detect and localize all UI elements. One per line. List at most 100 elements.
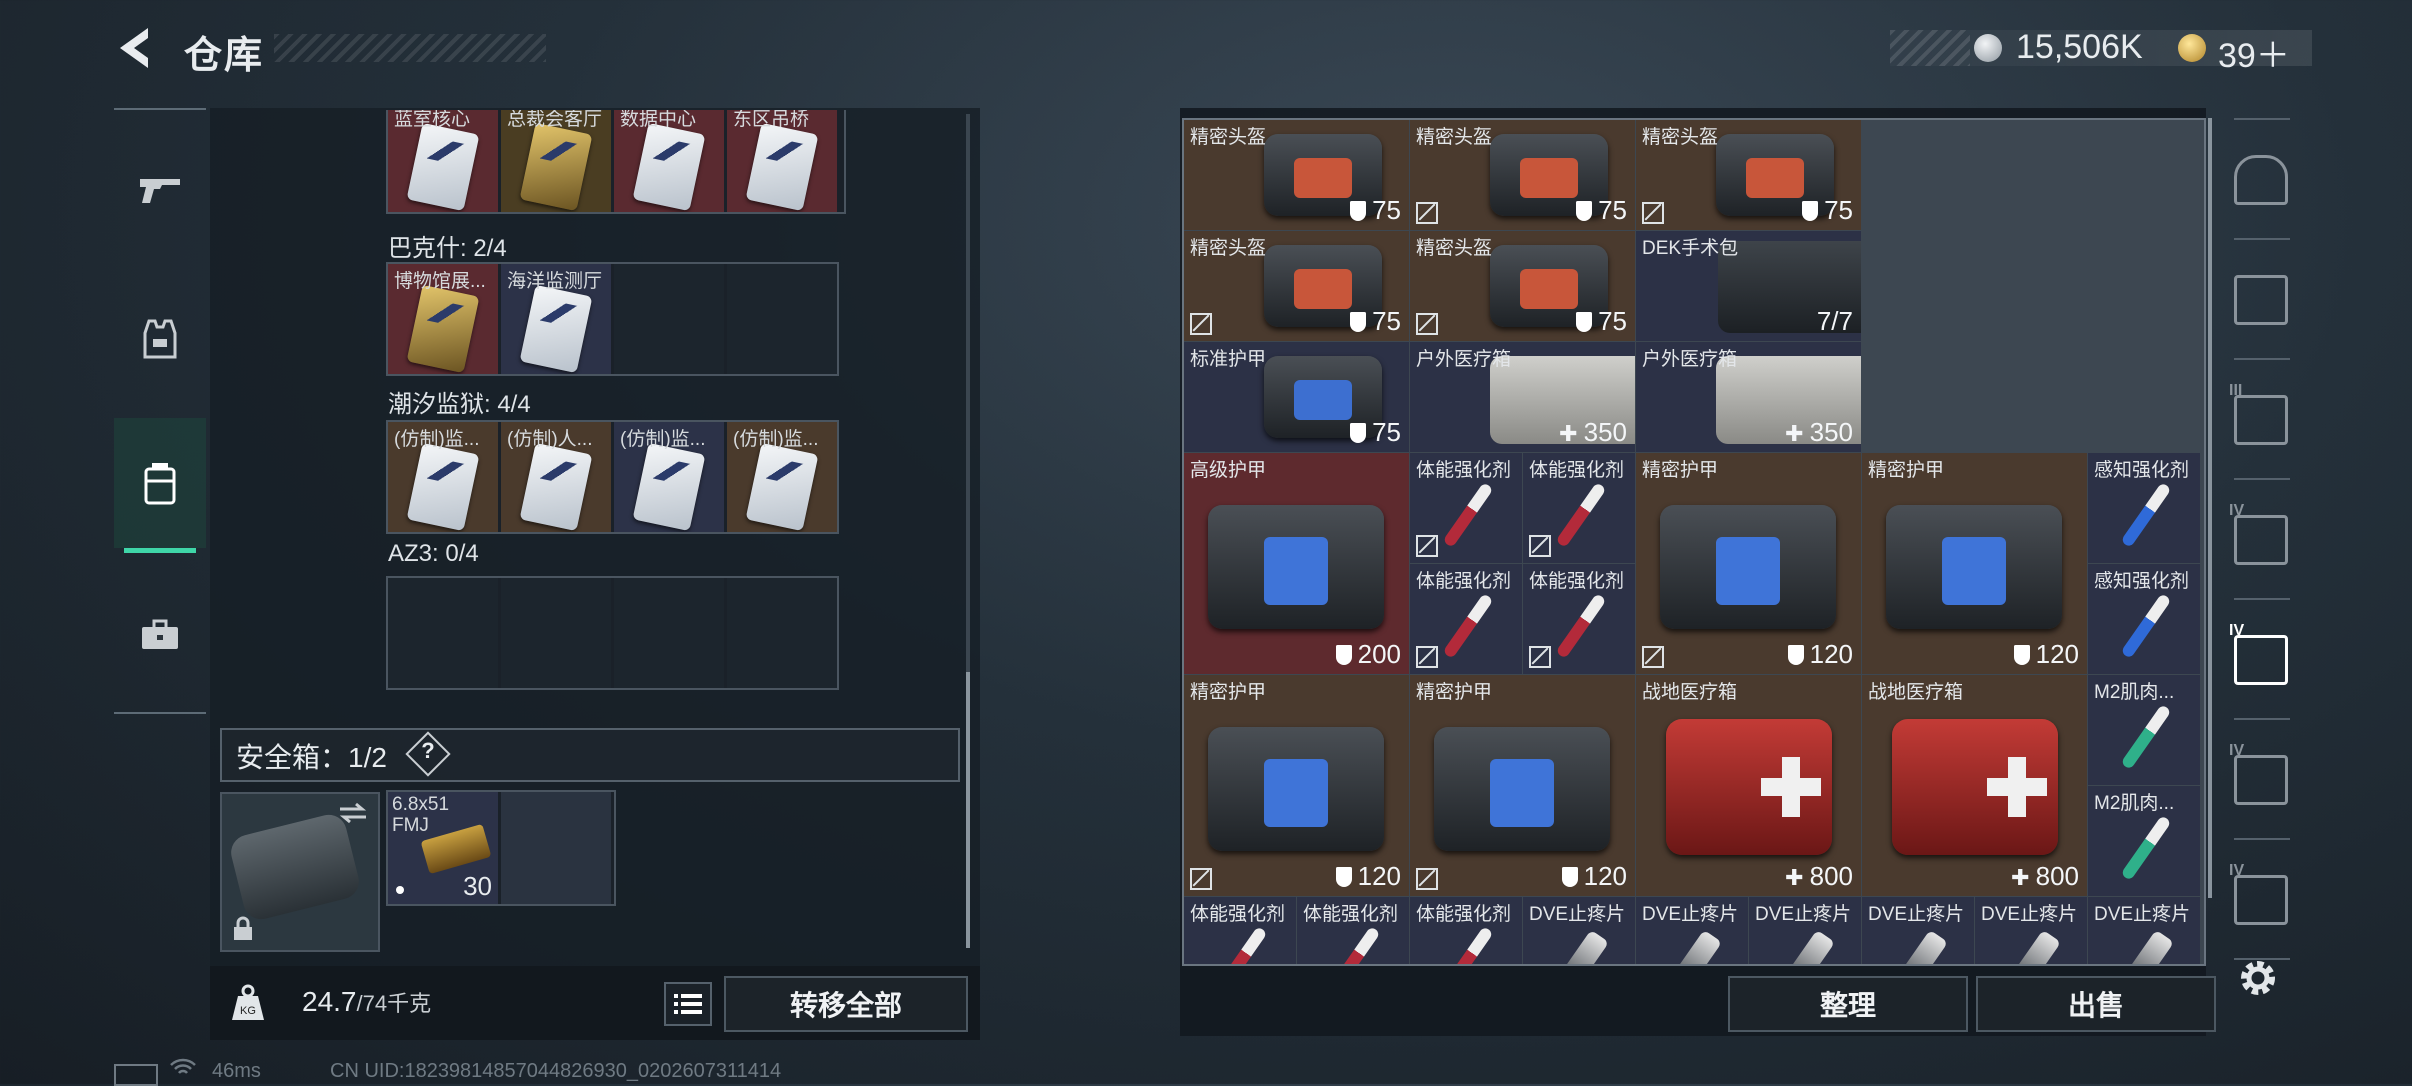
transfer-all-button[interactable]: 转移全部 [724, 976, 968, 1032]
stash-item[interactable]: DVE止疼片 [1749, 897, 1861, 964]
stash-item[interactable]: DEK手术包 7/7 [1636, 231, 1861, 341]
stash-item[interactable]: 高级护甲 200 [1184, 453, 1409, 674]
keycard-image [406, 442, 480, 532]
keycard-slot[interactable]: (仿制)监... [727, 422, 837, 532]
empty-slot[interactable] [501, 578, 611, 688]
keycard-scroll-thumb[interactable] [966, 672, 970, 948]
svg-text:KG: KG [240, 1005, 256, 1017]
empty-slot[interactable] [388, 578, 498, 688]
keycard-slot[interactable]: (仿制)监... [614, 422, 724, 532]
item-value: ✚ 800 [1785, 861, 1853, 892]
stash-item[interactable]: 体能强化剂 [1410, 564, 1522, 674]
keycard-grid: 博物馆展... 海洋监测厅 [386, 262, 839, 376]
category-tab[interactable]: IV [2228, 492, 2294, 588]
stash-scrollbar[interactable] [2208, 118, 2212, 898]
keycard-group-0: 蓝室核心 总裁会客厅 数据中心 东区吊桥 [386, 110, 846, 220]
keycard-grid: (仿制)监... (仿制)人... (仿制)监... (仿制)监... [386, 420, 839, 534]
empty-slot[interactable] [501, 792, 611, 904]
back-button[interactable] [112, 22, 156, 74]
stash-item[interactable]: 精密头盔 75 [1410, 120, 1635, 230]
keycard-slot[interactable]: 数据中心 [614, 110, 724, 212]
sort-button[interactable]: 整理 [1728, 976, 1968, 1032]
tab-divider [2234, 598, 2290, 600]
keycard-slot[interactable]: (仿制)人... [501, 422, 611, 532]
stash-item[interactable]: DVE止疼片 [1523, 897, 1635, 964]
list-view-button[interactable] [664, 982, 712, 1026]
keycard-slot[interactable]: 东区吊桥 [727, 110, 837, 212]
stash-item[interactable]: 体能强化剂 [1523, 564, 1635, 674]
stash-item[interactable]: 战地医疗箱 ✚ 800 [1636, 675, 1861, 896]
ammo-slot[interactable]: 6.8x51 FMJ 30 [388, 792, 498, 904]
stash-item[interactable]: 精密头盔 75 [1184, 120, 1409, 230]
empty-slot[interactable] [727, 264, 837, 374]
stash-item[interactable]: 体能强化剂 [1297, 897, 1409, 964]
gold-coin-icon[interactable] [2178, 34, 2206, 62]
stash-item[interactable]: 感知强化剂 [2088, 564, 2200, 674]
item-value-text: 120 [1357, 861, 1401, 891]
stash-item[interactable]: M2肌肉... [2088, 675, 2200, 785]
stash-item[interactable]: 精密护甲 120 [1862, 453, 2087, 674]
keycard-slot[interactable]: (仿制)监... [388, 422, 498, 532]
category-tab[interactable]: IV [2228, 732, 2294, 828]
swap-icon[interactable] [338, 802, 368, 824]
stash-item[interactable]: 精密护甲 120 [1184, 675, 1409, 896]
stash-item[interactable]: 精密头盔 75 [1184, 231, 1409, 341]
stash-item[interactable]: 体能强化剂 [1523, 453, 1635, 563]
sell-button[interactable]: 出售 [1976, 976, 2216, 1032]
category-tab[interactable]: IV [2228, 612, 2294, 708]
empty-slot[interactable] [727, 578, 837, 688]
stash-item[interactable]: 精密护甲 120 [1636, 453, 1861, 674]
no-insure-icon [1416, 646, 1438, 668]
stash-item[interactable]: 感知强化剂 [2088, 453, 2200, 563]
category-tab[interactable]: IV [2228, 852, 2294, 948]
stash-item[interactable]: 战地医疗箱 ✚ 800 [1862, 675, 2087, 896]
stash-item[interactable]: DVE止疼片 [1975, 897, 2087, 964]
item-value: 75 [1802, 195, 1853, 226]
scope-tier-icon-2: IV [2229, 862, 2288, 925]
weight-readout: 24.7/74千克 [302, 986, 431, 1018]
currency-bar-decoration [1890, 30, 1970, 66]
keycard-slot[interactable]: 蓝室核心 [388, 110, 498, 212]
keycard-slot[interactable]: 总裁会客厅 [501, 110, 611, 212]
nav-weapons[interactable] [114, 124, 206, 254]
keycard-image [519, 122, 593, 212]
premium-currency[interactable]: 39＋ [2218, 28, 2290, 77]
empty-slot[interactable] [614, 264, 724, 374]
no-insure-icon [1416, 313, 1438, 335]
stash-item[interactable]: 精密护甲 120 [1410, 675, 1635, 896]
stash-item[interactable]: M2肌肉... [2088, 786, 2200, 896]
category-tab[interactable] [2228, 252, 2294, 348]
rifle-tier-icon: III [2229, 382, 2288, 445]
category-tab[interactable]: III [2228, 372, 2294, 468]
shield-icon [1576, 312, 1593, 332]
stash-item[interactable]: DVE止疼片 [1636, 897, 1748, 964]
item-value-text: 350 [1583, 417, 1627, 447]
nav-toolbox[interactable] [114, 570, 206, 700]
stash-item[interactable]: 精密头盔 75 [1636, 120, 1861, 230]
item-name: 体能强化剂 [1303, 904, 1399, 925]
stash-item[interactable]: 标准护甲 75 [1184, 342, 1409, 452]
no-insure-icon [1416, 535, 1438, 557]
nav-containers[interactable] [114, 418, 206, 548]
keycard-slot[interactable]: 博物馆展... [388, 264, 498, 374]
empty-slot[interactable] [614, 578, 724, 688]
stash-item[interactable]: 体能强化剂 [1184, 897, 1296, 964]
stash-item[interactable]: 体能强化剂 [1410, 453, 1522, 563]
keycard-slot[interactable]: 海洋监测厅 [501, 264, 611, 374]
stash-item[interactable]: 户外医疗箱 ✚ 350 [1636, 342, 1861, 452]
syringe-image [1329, 926, 1381, 964]
nav-equipment[interactable] [114, 274, 206, 404]
stash-item[interactable]: 体能强化剂 [1410, 897, 1522, 964]
stash-item[interactable]: 精密头盔 75 [1410, 231, 1635, 341]
stash-item[interactable]: DVE止疼片 [2088, 897, 2200, 964]
wifi-icon [170, 1058, 196, 1078]
item-value-text: 7/7 [1816, 306, 1853, 336]
settings-button[interactable] [2236, 956, 2280, 1000]
stash-item[interactable]: 户外医疗箱 ✚ 350 [1410, 342, 1635, 452]
category-tab[interactable] [2228, 132, 2294, 228]
safebox-slot[interactable] [220, 792, 380, 952]
item-name: 感知强化剂 [2094, 460, 2190, 481]
item-name: 战地医疗箱 [1868, 682, 1964, 703]
stash-item[interactable]: DVE止疼片 [1862, 897, 1974, 964]
keycard-caption: (仿制)监... [620, 429, 706, 450]
